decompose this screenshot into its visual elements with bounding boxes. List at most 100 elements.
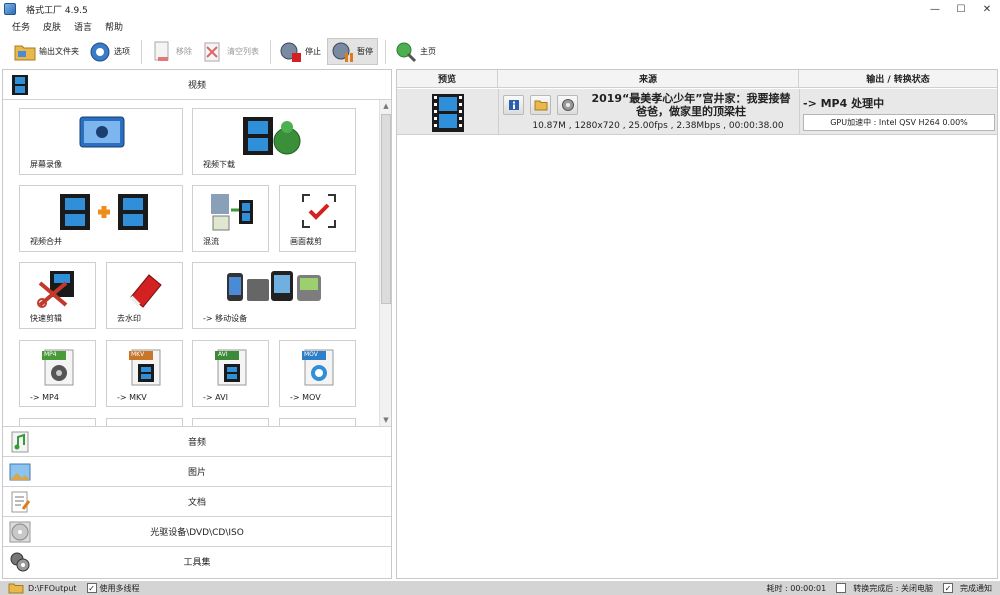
menu-bar: 任务 皮肤 语言 帮助 — [0, 18, 1000, 35]
tile-video-merge[interactable]: 视频合并 — [19, 185, 183, 252]
task-title: 2019“最美孝心少年”宫井家：我要接替爸爸，做家里的顶梁柱 — [591, 92, 791, 118]
info-icon — [508, 100, 519, 110]
minimize-button[interactable]: — — [922, 0, 948, 18]
category-video[interactable]: 视频 — [3, 70, 391, 100]
category-audio[interactable]: 音频 — [3, 426, 391, 456]
tile-partial[interactable] — [192, 418, 269, 426]
tile-mobile-device[interactable]: -> 移动设备 — [192, 262, 356, 329]
column-status[interactable]: 输出 / 转换状态 — [799, 70, 997, 88]
pause-label: 暂停 — [357, 47, 373, 56]
options-button[interactable]: 选项 — [85, 38, 134, 65]
task-list: 预览 来源 输出 / 转换状态 2019“最美孝心少年”宫井家：我要接替爸爸，做… — [396, 69, 998, 579]
tile-to-mp4[interactable]: MP4 -> MP4 — [19, 340, 96, 407]
tile-label: 去水印 — [117, 314, 141, 323]
info-button[interactable] — [503, 95, 524, 115]
category-video-label: 视频 — [187, 81, 206, 91]
notify-label: 完成通知 — [960, 583, 992, 593]
scrollbar-thumb[interactable] — [381, 114, 391, 304]
clear-list-button[interactable]: 清空列表 — [198, 38, 263, 65]
cell-divider — [498, 89, 499, 135]
tile-mux[interactable]: 混流 — [192, 185, 269, 252]
output-path[interactable]: D:\FFOutput — [28, 584, 77, 593]
tile-label: 屏幕录像 — [30, 160, 62, 169]
column-preview[interactable]: 预览 — [397, 70, 498, 88]
category-image[interactable]: 图片 — [3, 456, 391, 486]
tile-label: -> MOV — [290, 393, 321, 402]
eraser-icon — [129, 274, 162, 308]
tile-partial[interactable] — [19, 418, 96, 426]
category-disc[interactable]: 光驱设备\DVD\CD\ISO — [3, 516, 391, 546]
tile-label: -> 移动设备 — [203, 314, 248, 323]
tile-label: -> AVI — [203, 393, 228, 402]
tile-label: 快速剪辑 — [30, 314, 62, 323]
video-download-icon — [243, 117, 301, 155]
elapsed-time: 耗时 : 00:00:01 — [766, 583, 827, 593]
title-bar: 格式工厂 4.9.5 — ☐ ✕ — [0, 0, 1000, 18]
tile-to-avi[interactable]: AVI -> AVI — [192, 340, 269, 407]
pause-icon — [332, 41, 354, 63]
tile-label: -> MP4 — [30, 393, 59, 402]
tools-scrollbar[interactable]: ▲ ▼ — [379, 100, 391, 426]
stop-button[interactable]: 停止 — [276, 38, 325, 65]
format-badge: MP4 — [44, 351, 57, 358]
progress-bar: GPU加速中 : Intel QSV H264 0.00% — [803, 114, 995, 131]
tile-label: 视频下载 — [203, 160, 235, 169]
scroll-up-icon[interactable]: ▲ — [380, 100, 392, 112]
home-button[interactable]: 主页 — [391, 38, 440, 65]
format-badge: MOV — [304, 351, 318, 358]
home-globe-icon — [395, 41, 417, 63]
output-folder-button[interactable]: 输出文件夹 — [10, 38, 83, 65]
clear-list-label: 清空列表 — [227, 47, 259, 56]
gear-icon — [89, 41, 111, 63]
output-folder-icon — [8, 583, 24, 594]
tile-to-mov[interactable]: MOV -> MOV — [279, 340, 356, 407]
gear-icon — [561, 99, 574, 111]
close-button[interactable]: ✕ — [974, 0, 1000, 18]
app-icon — [4, 3, 16, 15]
menu-language[interactable]: 语言 — [74, 20, 92, 33]
remove-button[interactable]: 移除 — [147, 38, 196, 65]
screen-record-icon — [79, 116, 125, 148]
tile-remove-watermark[interactable]: 去水印 — [106, 262, 183, 329]
category-list: 音频 图片 文档 光驱设备\DVD\CD\ISO 工具集 — [3, 426, 391, 576]
function-panel: 视频 屏幕录像 视频下载 视频合并 混流 画面裁剪 快速剪辑 去水印 -> 移动… — [2, 69, 392, 579]
category-document-label: 文档 — [187, 498, 206, 508]
tile-video-download[interactable]: 视频下载 — [192, 108, 356, 175]
task-row[interactable]: 2019“最美孝心少年”宫井家：我要接替爸爸，做家里的顶梁柱 10.87M , … — [397, 89, 997, 135]
options-label: 选项 — [114, 47, 130, 56]
menu-help[interactable]: 帮助 — [105, 20, 123, 33]
multithread-checkbox[interactable]: ✓ — [86, 583, 97, 593]
tile-crop[interactable]: 画面裁剪 — [279, 185, 356, 252]
home-label: 主页 — [420, 47, 436, 56]
tile-quick-clip[interactable]: 快速剪辑 — [19, 262, 96, 329]
tile-label: -> MKV — [117, 393, 147, 402]
tile-partial[interactable] — [279, 418, 356, 426]
tile-label: 混流 — [203, 237, 219, 246]
remove-label: 移除 — [176, 47, 192, 56]
tile-screen-record[interactable]: 屏幕录像 — [19, 108, 183, 175]
disc-icon — [9, 521, 31, 543]
tile-to-mkv[interactable]: MKV -> MKV — [106, 340, 183, 407]
mux-icon — [211, 194, 253, 231]
category-tools-label: 工具集 — [183, 558, 211, 568]
category-document[interactable]: 文档 — [3, 486, 391, 516]
progress-text: GPU加速中 : Intel QSV H264 0.00% — [830, 118, 968, 127]
after-convert-checkbox[interactable] — [836, 583, 847, 593]
menu-task[interactable]: 任务 — [12, 20, 30, 33]
stop-label: 停止 — [305, 47, 321, 56]
folder-icon — [14, 41, 36, 63]
scroll-down-icon[interactable]: ▼ — [380, 414, 392, 426]
open-folder-button[interactable] — [530, 95, 551, 115]
column-source[interactable]: 来源 — [498, 70, 799, 88]
category-tools[interactable]: 工具集 — [3, 546, 391, 576]
maximize-button[interactable]: ☐ — [948, 0, 974, 18]
format-badge: MKV — [131, 351, 145, 358]
menu-skin[interactable]: 皮肤 — [43, 20, 61, 33]
mobile-devices-icon — [227, 271, 321, 301]
task-settings-button[interactable] — [557, 95, 578, 115]
tile-partial[interactable] — [106, 418, 183, 426]
pause-button[interactable]: 暂停 — [327, 38, 378, 65]
after-convert-label[interactable]: 转换完成后 : 关闭电脑 — [853, 583, 933, 594]
output-folder-label: 输出文件夹 — [39, 47, 79, 56]
notify-checkbox[interactable]: ✓ — [943, 583, 953, 593]
